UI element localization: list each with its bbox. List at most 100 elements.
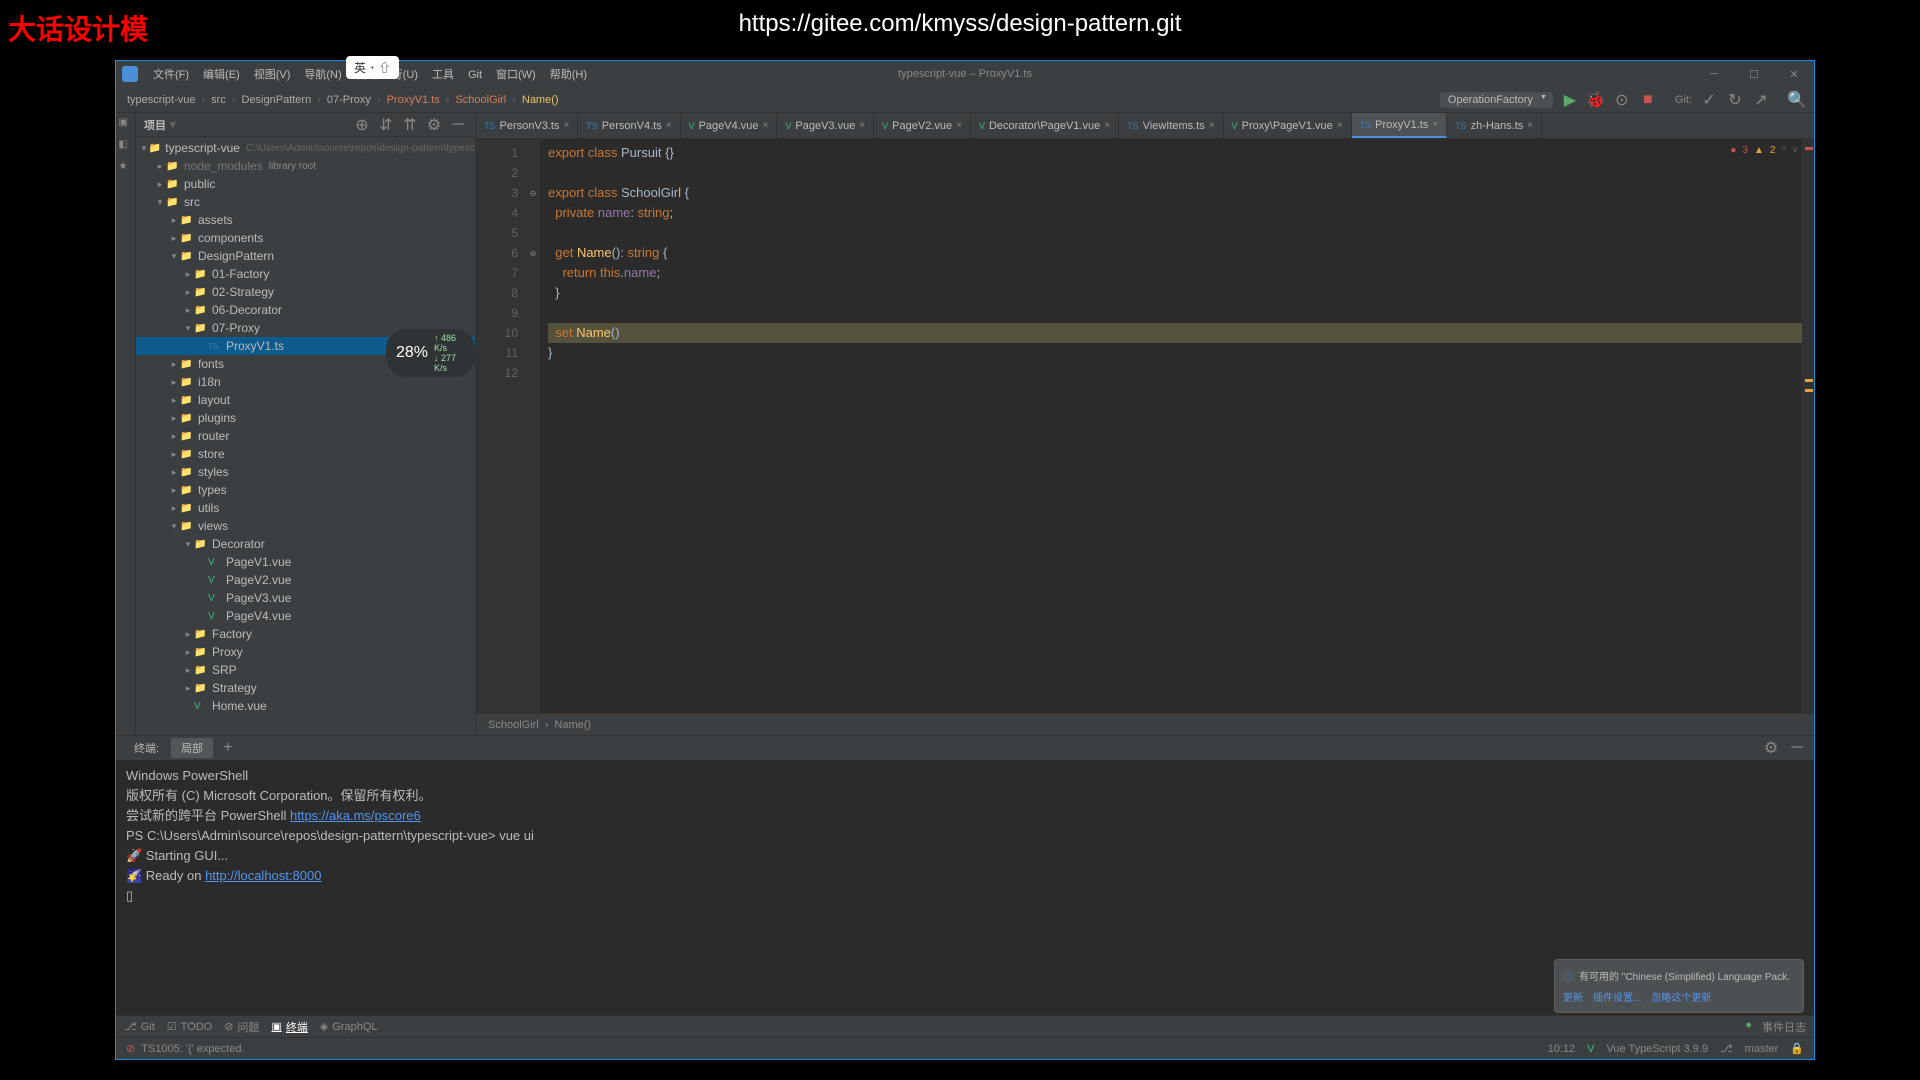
tree-row[interactable]: ▸📁06-Decorator (136, 301, 475, 319)
close-icon[interactable]: × (1104, 120, 1110, 131)
tree-row[interactable]: ▾📁views (136, 517, 475, 535)
coverage-icon[interactable]: ⊙ (1613, 91, 1631, 109)
close-icon[interactable]: × (1209, 120, 1215, 131)
close-icon[interactable]: × (666, 120, 672, 131)
tree-row[interactable]: ▸📁node_moduleslibrary root (136, 157, 475, 175)
editor-tab[interactable]: VProxy\PageV1.vue× (1224, 113, 1352, 138)
run-icon[interactable]: ▶ (1561, 91, 1579, 109)
tool-window-button[interactable]: ⊘问题 (224, 1019, 259, 1035)
git-branch[interactable]: master (1745, 1043, 1779, 1055)
terminal-add-tab[interactable]: + (215, 739, 240, 757)
run-config-dropdown[interactable]: OperationFactory (1440, 92, 1553, 108)
menu-item[interactable]: 窗口(W) (489, 69, 543, 81)
stop-icon[interactable]: ■ (1639, 91, 1657, 109)
breadcrumb-item[interactable]: DesignPattern (239, 94, 315, 106)
tree-row[interactable]: VHome.vue (136, 697, 475, 715)
tree-row[interactable]: VPageV3.vue (136, 589, 475, 607)
breadcrumb-item[interactable]: 07-Proxy (324, 94, 374, 106)
close-icon[interactable]: × (763, 120, 769, 131)
tree-row[interactable]: ▸📁utils (136, 499, 475, 517)
maximize-button[interactable]: ☐ (1734, 61, 1774, 87)
editor-tab[interactable]: TSProxyV1.ts× (1352, 113, 1448, 138)
terminal-settings-icon[interactable]: ⚙ (1762, 739, 1780, 757)
inspection-summary[interactable]: ●3 ▲2 ^˅ (1730, 141, 1798, 161)
close-icon[interactable]: × (1432, 119, 1438, 130)
menu-item[interactable]: 帮助(H) (543, 69, 594, 81)
menu-item[interactable]: 编辑(E) (196, 69, 247, 81)
tree-row[interactable]: ▾📁typescript-vueC:\Users\Admin\source\re… (136, 139, 475, 157)
tree-row[interactable]: ▾📁src (136, 193, 475, 211)
tool-window-button[interactable]: ⎇Git (124, 1019, 155, 1035)
close-icon[interactable]: × (956, 120, 962, 131)
editor-tab[interactable]: TSViewItems.ts× (1119, 113, 1224, 138)
tree-row[interactable]: ▸📁styles (136, 463, 475, 481)
settings-icon[interactable]: ⚙ (425, 116, 443, 134)
breadcrumb-item[interactable]: SchoolGirl (452, 94, 509, 106)
tree-row[interactable]: ▸📁01-Factory (136, 265, 475, 283)
notification-link[interactable]: 忽略这个更新 (1651, 989, 1711, 1004)
tree-row[interactable]: ▸📁router (136, 427, 475, 445)
menu-item[interactable]: 导航(N) (297, 69, 348, 81)
tree-row[interactable]: ▸📁types (136, 481, 475, 499)
editor-tab[interactable]: VPageV2.vue× (874, 113, 971, 138)
editor-breadcrumb[interactable]: SchoolGirl › Name() (476, 713, 1814, 735)
error-strip[interactable] (1802, 139, 1814, 713)
favorites-tool-icon[interactable]: ★ (119, 161, 133, 175)
close-icon[interactable]: × (563, 120, 569, 131)
select-opened-icon[interactable]: ⊕ (353, 116, 371, 134)
git-commit-icon[interactable]: ✓ (1700, 91, 1718, 109)
tree-row[interactable]: ▸📁layout (136, 391, 475, 409)
collapse-all-icon[interactable]: ⇈ (401, 116, 419, 134)
terminal-tab-session[interactable]: 终端: (124, 738, 169, 758)
menu-item[interactable]: 工具 (425, 69, 461, 81)
breadcrumb-item[interactable]: typescript-vue (124, 94, 198, 106)
tree-row[interactable]: ▸📁SRP (136, 661, 475, 679)
menu-item[interactable]: 文件(F) (146, 69, 196, 81)
notification-link[interactable]: 更新 (1563, 989, 1583, 1004)
tree-row[interactable]: VPageV4.vue (136, 607, 475, 625)
code-editor[interactable]: ●3 ▲2 ^˅ export class Pursuit {}export c… (540, 139, 1814, 713)
breadcrumb-item[interactable]: Name() (519, 94, 562, 106)
structure-tool-icon[interactable]: ◧ (119, 139, 133, 153)
tree-row[interactable]: ▸📁Proxy (136, 643, 475, 661)
language-mode[interactable]: Vue TypeScript 3.9.9 (1606, 1043, 1708, 1055)
tool-window-button[interactable]: ▣终端 (271, 1019, 307, 1035)
menu-item[interactable]: Git (461, 69, 489, 81)
editor-tab[interactable]: TSPersonV3.ts× (476, 113, 578, 138)
tool-window-button[interactable]: ◈GraphQL (320, 1019, 378, 1035)
project-tool-icon[interactable]: ▣ (119, 117, 133, 131)
tree-row[interactable]: VPageV2.vue (136, 571, 475, 589)
close-icon[interactable]: × (1527, 120, 1533, 131)
tree-row[interactable]: ▸📁plugins (136, 409, 475, 427)
git-push-icon[interactable]: ↗ (1752, 91, 1770, 109)
tree-row[interactable]: ▸📁Factory (136, 625, 475, 643)
lock-icon[interactable]: 🔒 (1790, 1042, 1804, 1055)
tree-row[interactable]: VPageV1.vue (136, 553, 475, 571)
editor-tab[interactable]: TSzh-Hans.ts× (1447, 113, 1542, 138)
tree-row[interactable]: ▸📁store (136, 445, 475, 463)
breadcrumb-item[interactable]: ProxyV1.ts (384, 94, 443, 106)
project-tree[interactable]: 28% ↑ 486 K/s ↓ 277 K/s ▾📁typescript-vue… (136, 137, 475, 735)
editor-tab[interactable]: VPageV4.vue× (681, 113, 778, 138)
notification-link[interactable]: 插件设置... (1593, 989, 1641, 1004)
tree-row[interactable]: ▸📁Strategy (136, 679, 475, 697)
expand-all-icon[interactable]: ⇵ (377, 116, 395, 134)
menu-item[interactable]: 视图(V) (247, 69, 298, 81)
tool-window-button[interactable]: ☑TODO (167, 1019, 212, 1035)
editor-tab[interactable]: VPageV3.vue× (777, 113, 874, 138)
tree-row[interactable]: ▸📁public (136, 175, 475, 193)
close-icon[interactable]: × (859, 120, 865, 131)
tree-row[interactable]: ▸📁02-Strategy (136, 283, 475, 301)
search-icon[interactable]: 🔍 (1788, 91, 1806, 109)
minimize-button[interactable]: ─ (1694, 61, 1734, 87)
terminal-tab-local[interactable]: 局部 (171, 738, 213, 758)
tree-row[interactable]: ▾📁DesignPattern (136, 247, 475, 265)
event-log-button[interactable]: 事件日志 (1762, 1019, 1806, 1035)
close-button[interactable]: ✕ (1774, 61, 1814, 87)
tree-row[interactable]: ▸📁components (136, 229, 475, 247)
debug-icon[interactable]: 🐞 (1587, 91, 1605, 109)
tree-row[interactable]: ▸📁assets (136, 211, 475, 229)
git-update-icon[interactable]: ↻ (1726, 91, 1744, 109)
close-icon[interactable]: × (1337, 120, 1343, 131)
editor-tab[interactable]: VDecorator\PageV1.vue× (971, 113, 1119, 138)
